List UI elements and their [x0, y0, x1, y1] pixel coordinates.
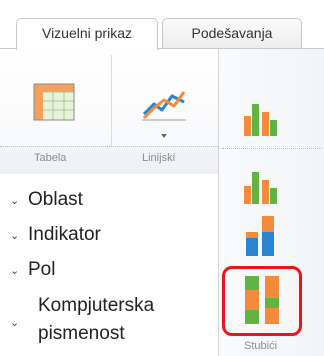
line-chart-button[interactable] — [140, 84, 188, 140]
nav-item-indikator[interactable]: ⌄ Indikator — [10, 224, 101, 246]
tab-visual-display[interactable]: Vizuelni prikaz — [16, 18, 158, 50]
nav-item-pol[interactable]: ⌄ Pol — [10, 259, 55, 281]
tab-settings[interactable]: Podešavanja — [162, 18, 302, 48]
line-chart-icon — [142, 91, 186, 121]
stacked-bar-chart-blue-icon — [246, 216, 274, 256]
chevron-down-icon: ⌄ — [10, 317, 20, 329]
highlight-frame — [222, 266, 302, 336]
table-icon — [33, 83, 75, 121]
table-button[interactable] — [32, 80, 76, 124]
app-root: Vizuelni prikaz Podešavanja Tabela Linij… — [0, 0, 324, 356]
stacked-bar-chart-blue-button[interactable] — [242, 214, 280, 263]
table-label: Tabela — [34, 152, 67, 164]
nav-item-label: Pol — [28, 259, 56, 280]
line-chart-label: Linijski — [142, 152, 176, 164]
nav-item-oblast[interactable]: ⌄ Oblast — [10, 189, 83, 211]
ribbon-label-strip — [0, 146, 218, 174]
chevron-down-icon[interactable] — [140, 131, 188, 141]
stacked-bar-chart-button[interactable] — [242, 164, 280, 211]
stacked-bar-chart-icon — [244, 172, 277, 204]
bar-charts-label: Stubići — [244, 340, 278, 352]
nav-item-label: Oblast — [28, 189, 83, 210]
nav-item-label: Indikator — [28, 224, 101, 245]
chevron-down-icon: ⌄ — [10, 229, 20, 242]
bar-chart-button[interactable] — [242, 98, 280, 143]
nav-item-label-line1: Kompjuterska — [38, 295, 155, 316]
chevron-down-icon: ⌄ — [10, 264, 20, 277]
nav-item-label-line2: pismenost — [38, 323, 125, 344]
chevron-down-icon: ⌄ — [10, 194, 20, 207]
bar-chart-icon — [244, 104, 277, 136]
bar-charts-separator — [222, 148, 322, 149]
